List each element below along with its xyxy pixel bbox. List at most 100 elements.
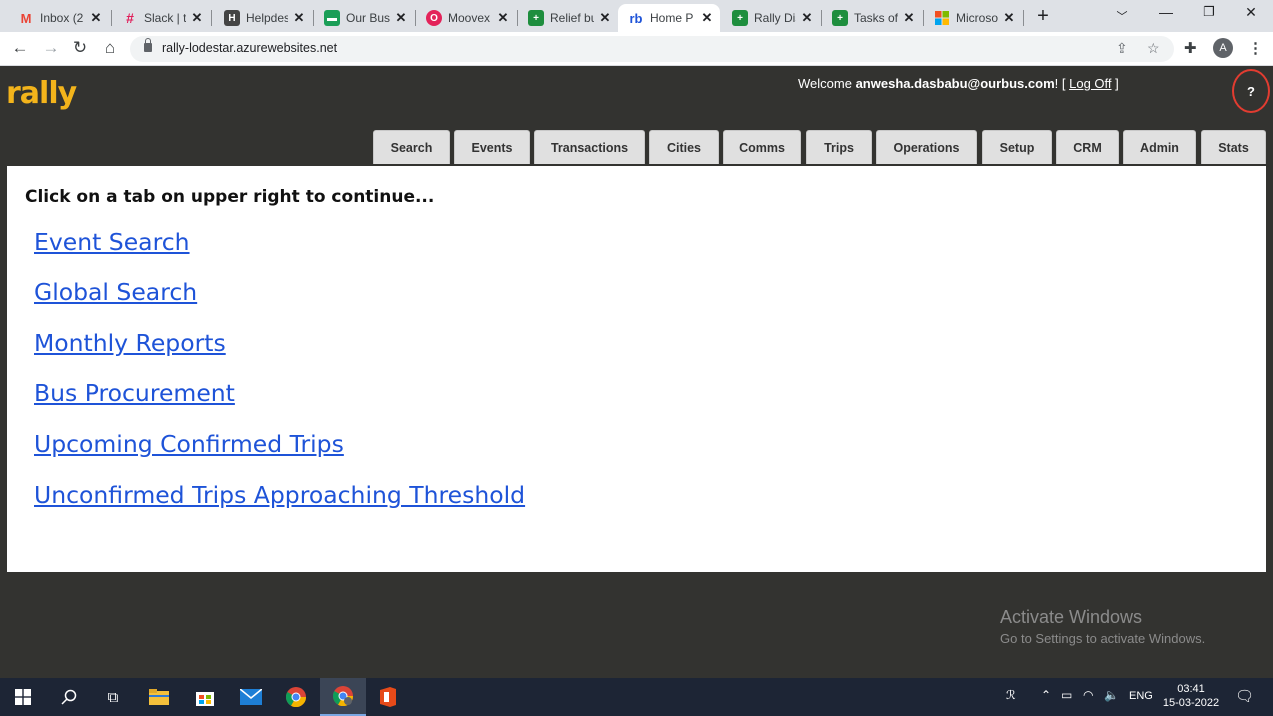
mail-icon[interactable] xyxy=(236,678,266,716)
helpdesk-icon: H xyxy=(224,10,240,26)
close-tab-icon[interactable]: ✕ xyxy=(700,10,714,26)
back-icon[interactable]: ← xyxy=(10,38,30,58)
browser-tab-slack[interactable]: # Slack | t ✕ xyxy=(112,4,210,32)
rb-icon: rb xyxy=(629,10,643,26)
close-window-icon[interactable]: ✕ xyxy=(1241,4,1261,21)
main-nav-tabs: Search Events Transactions Cities Comms … xyxy=(0,130,1273,164)
tab-transactions[interactable]: Transactions xyxy=(534,130,645,164)
global-search-link[interactable]: Global Search xyxy=(34,278,197,306)
close-tab-icon[interactable]: ✕ xyxy=(190,10,204,26)
unconfirmed-trips-threshold-link[interactable]: Unconfirmed Trips Approaching Threshold xyxy=(34,481,525,509)
store-icon[interactable] xyxy=(190,678,220,716)
browser-tab-relief[interactable]: + Relief bu ✕ xyxy=(518,4,618,32)
close-tab-icon[interactable]: ✕ xyxy=(800,10,814,26)
tab-crm[interactable]: CRM xyxy=(1056,130,1119,164)
lock-icon[interactable] xyxy=(144,38,152,52)
slack-icon: # xyxy=(126,10,134,26)
wifi-icon[interactable]: ◠ xyxy=(1083,688,1093,702)
tab-search-chevron-icon[interactable]: ﹀ xyxy=(1112,8,1132,24)
extensions-puzzle-icon[interactable]: ✚ xyxy=(1184,39,1197,57)
help-label: ? xyxy=(1247,83,1255,99)
people-icon[interactable]: ℛ xyxy=(1006,688,1016,702)
chrome-profile-icon[interactable] xyxy=(320,678,366,716)
tab-setup[interactable]: Setup xyxy=(982,130,1052,164)
event-search-link[interactable]: Event Search xyxy=(34,228,190,256)
address-bar[interactable]: rally-lodestar.azurewebsites.net ⇪ ☆ xyxy=(130,36,1174,62)
taskbar-clock[interactable]: 03:41 15-03-2022 xyxy=(1162,682,1220,710)
close-tab-icon[interactable]: ✕ xyxy=(292,10,306,26)
tab-operations[interactable]: Operations xyxy=(876,130,977,164)
browser-tab-microsoft[interactable]: Microso ✕ xyxy=(924,4,1022,32)
clock-date: 15-03-2022 xyxy=(1162,697,1220,709)
reload-icon[interactable]: ↻ xyxy=(70,38,90,58)
tab-title: Microso xyxy=(956,11,998,25)
restore-icon[interactable]: ❐ xyxy=(1199,4,1219,20)
browser-tab-ourbus[interactable]: ▬ Our Bus ✕ xyxy=(314,4,414,32)
close-tab-icon[interactable]: ✕ xyxy=(89,10,103,26)
tab-search[interactable]: Search xyxy=(373,130,450,164)
gmail-icon: M xyxy=(20,10,32,26)
ourbus-icon: ▬ xyxy=(324,10,340,26)
task-view-icon[interactable]: ⧉ xyxy=(98,678,128,716)
watermark-title: Activate Windows xyxy=(1000,607,1143,627)
close-tab-icon[interactable]: ✕ xyxy=(496,10,510,26)
tab-title: Home P xyxy=(650,11,694,25)
instruction-text: Click on a tab on upper right to continu… xyxy=(25,187,435,207)
tab-title: Rally Dis xyxy=(754,11,796,25)
volume-icon[interactable]: 🔈 xyxy=(1104,688,1119,702)
forward-icon[interactable]: → xyxy=(41,38,61,58)
bookmark-star-icon[interactable]: ☆ xyxy=(1147,40,1160,57)
tray-chevron-icon[interactable]: ⌃ xyxy=(1041,688,1051,702)
browser-tab-moovex[interactable]: O Moovex ✕ xyxy=(416,4,516,32)
language-indicator[interactable]: ENG xyxy=(1129,690,1153,702)
microsoft-icon xyxy=(934,10,950,26)
share-icon[interactable]: ⇪ xyxy=(1116,40,1128,57)
tab-stats[interactable]: Stats xyxy=(1201,130,1266,164)
new-tab-icon[interactable]: + xyxy=(1034,5,1052,28)
rally-logo[interactable]: rally xyxy=(6,76,77,111)
tab-trips[interactable]: Trips xyxy=(806,130,872,164)
bus-procurement-link[interactable]: Bus Procurement xyxy=(34,379,235,407)
notifications-icon[interactable]: 🗨 xyxy=(1235,687,1254,705)
moovex-icon: O xyxy=(426,10,442,26)
logoff-link[interactable]: Log Off xyxy=(1069,76,1111,91)
browser-tab-tasks[interactable]: + Tasks of ✕ xyxy=(822,4,922,32)
sheets-icon: + xyxy=(732,10,748,26)
profile-avatar[interactable]: A xyxy=(1213,38,1233,58)
chrome-icon[interactable] xyxy=(281,678,311,716)
upcoming-confirmed-trips-link[interactable]: Upcoming Confirmed Trips xyxy=(34,430,344,458)
tab-title: Moovex xyxy=(448,11,491,25)
menu-kebab-icon[interactable]: ⋮ xyxy=(1248,39,1263,57)
home-icon[interactable]: ⌂ xyxy=(100,38,120,58)
close-tab-icon[interactable]: ✕ xyxy=(598,10,612,26)
tab-title: Inbox (2 xyxy=(40,11,84,25)
tab-title: Our Bus xyxy=(346,11,390,25)
browser-tab-home-active[interactable]: rb Home P ✕ xyxy=(618,4,720,32)
welcome-prefix: Welcome xyxy=(798,76,852,91)
monthly-reports-link[interactable]: Monthly Reports xyxy=(34,329,226,357)
close-tab-icon[interactable]: ✕ xyxy=(902,10,916,26)
welcome-bracket: ] xyxy=(1115,76,1119,91)
clock-time: 03:41 xyxy=(1177,683,1205,695)
url-text[interactable]: rally-lodestar.azurewebsites.net xyxy=(162,41,337,55)
close-tab-icon[interactable]: ✕ xyxy=(394,10,408,26)
close-tab-icon[interactable]: ✕ xyxy=(1002,10,1016,26)
rally-page: rally Welcome anwesha.dasbabu@ourbus.com… xyxy=(0,66,1273,678)
windows-taskbar: ⧉ ℛ ⌃ ▭ ◠ 🔈 ENG 03:41 15-03-2022 🗨 xyxy=(0,678,1273,716)
tab-title: Relief bu xyxy=(550,11,594,25)
help-button[interactable]: ? xyxy=(1232,69,1270,113)
battery-icon[interactable]: ▭ xyxy=(1061,688,1072,702)
search-icon[interactable] xyxy=(54,678,84,716)
browser-tab-helpdesk[interactable]: H Helpdes ✕ xyxy=(214,4,312,32)
tab-comms[interactable]: Comms xyxy=(723,130,801,164)
tab-events[interactable]: Events xyxy=(454,130,530,164)
browser-tab-rally-dis[interactable]: + Rally Dis ✕ xyxy=(722,4,820,32)
office-icon[interactable] xyxy=(373,678,403,716)
activate-windows-watermark: Activate Windows Go to Settings to activ… xyxy=(1000,607,1205,646)
tab-cities[interactable]: Cities xyxy=(649,130,719,164)
browser-tab-gmail[interactable]: M Inbox (2 ✕ xyxy=(8,4,109,32)
file-explorer-icon[interactable] xyxy=(144,678,174,716)
minimize-icon[interactable]: — xyxy=(1156,4,1176,20)
windows-start-icon[interactable] xyxy=(8,678,38,716)
tab-admin[interactable]: Admin xyxy=(1123,130,1196,164)
